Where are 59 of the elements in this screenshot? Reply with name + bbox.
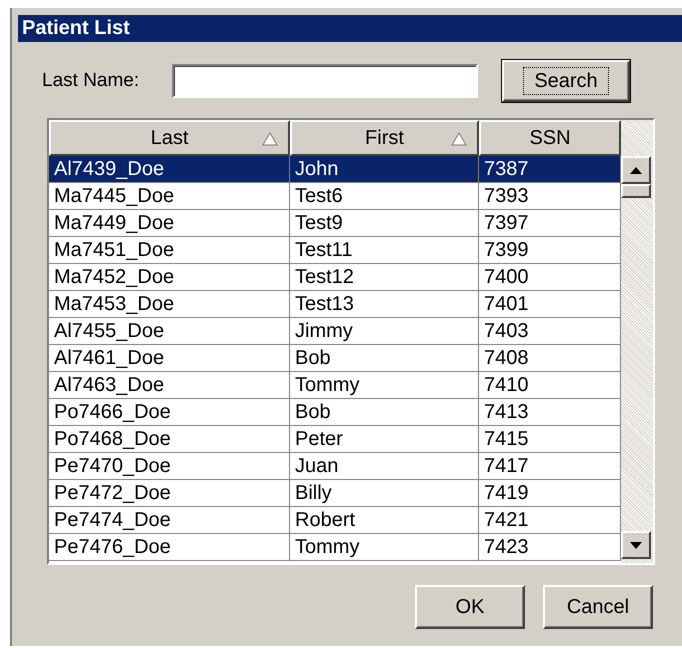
- table-cell[interactable]: Jimmy: [290, 318, 479, 345]
- column-header[interactable]: First: [290, 120, 479, 156]
- table-cell[interactable]: Pe7470_Doe: [49, 453, 290, 480]
- down-arrow-icon: [630, 542, 642, 548]
- table-cell[interactable]: Test9: [290, 210, 479, 237]
- table-cell[interactable]: Ma7445_Doe: [49, 183, 290, 210]
- table-row[interactable]: Pe7476_Doe Tommy 7423: [49, 534, 621, 561]
- window-title: Patient List: [18, 15, 682, 42]
- table-row[interactable]: Ma7452_Doe Test12 7400: [49, 264, 621, 291]
- table-cell[interactable]: Al7455_Doe: [49, 318, 290, 345]
- table-cell[interactable]: Al7463_Doe: [49, 372, 290, 399]
- column-header[interactable]: Last: [49, 120, 290, 156]
- table-cell[interactable]: Juan: [290, 453, 479, 480]
- table-row[interactable]: Al7455_Doe Jimmy 7403: [49, 318, 621, 345]
- table-row[interactable]: Po7466_Doe Bob 7413: [49, 399, 621, 426]
- table-cell[interactable]: Billy: [290, 480, 479, 507]
- search-button[interactable]: Search: [502, 60, 630, 102]
- table-row[interactable]: Pe7470_Doe Juan 7417: [49, 453, 621, 480]
- table-row[interactable]: Al7463_Doe Tommy 7410: [49, 372, 621, 399]
- table-cell[interactable]: John: [290, 156, 479, 183]
- table-cell[interactable]: Test11: [290, 237, 479, 264]
- table-cell[interactable]: Ma7451_Doe: [49, 237, 290, 264]
- dialog-button[interactable]: OK: [415, 585, 525, 629]
- table-cell[interactable]: Ma7453_Doe: [49, 291, 290, 318]
- table-cell[interactable]: Po7466_Doe: [49, 399, 290, 426]
- last-name-label: Last Name:: [42, 70, 140, 92]
- table-cell[interactable]: Test13: [290, 291, 479, 318]
- scroll-up-button[interactable]: [621, 156, 651, 184]
- table-row[interactable]: Ma7445_Doe Test6 7393: [49, 183, 621, 210]
- table-row[interactable]: Po7468_Doe Peter 7415: [49, 426, 621, 453]
- scrollbar-thumb[interactable]: [621, 184, 651, 198]
- table-cell[interactable]: Bob: [290, 399, 479, 426]
- table-row[interactable]: Ma7449_Doe Test9 7397: [49, 210, 621, 237]
- table-cell[interactable]: Robert: [290, 507, 479, 534]
- scroll-down-button[interactable]: [621, 531, 651, 559]
- table-row[interactable]: Ma7451_Doe Test11 7399: [49, 237, 621, 264]
- up-arrow-icon: [630, 166, 642, 174]
- table-cell[interactable]: Tommy: [290, 534, 479, 561]
- dialog-button[interactable]: Cancel: [543, 585, 653, 629]
- table-cell[interactable]: Al7439_Doe: [49, 156, 290, 183]
- table-row[interactable]: Ma7453_Doe Test13 7401: [49, 291, 621, 318]
- table-cell[interactable]: Bob: [290, 345, 479, 372]
- table-cell[interactable]: Ma7449_Doe: [49, 210, 290, 237]
- column-header[interactable]: SSN: [479, 120, 621, 156]
- table-cell[interactable]: Peter: [290, 426, 479, 453]
- table-cell[interactable]: Ma7452_Doe: [49, 264, 290, 291]
- table-cell[interactable]: Tommy: [290, 372, 479, 399]
- table-cell[interactable]: Test6: [290, 183, 479, 210]
- table-cell[interactable]: Pe7472_Doe: [49, 480, 290, 507]
- table-cell[interactable]: Po7468_Doe: [49, 426, 290, 453]
- table-row[interactable]: Al7439_Doe John 7387: [49, 156, 621, 183]
- table-cell[interactable]: Al7461_Doe: [49, 345, 290, 372]
- table-cell[interactable]: Test12: [290, 264, 479, 291]
- table-row[interactable]: Al7461_Doe Bob 7408: [49, 345, 621, 372]
- table-cell[interactable]: Pe7476_Doe: [49, 534, 290, 561]
- last-name-field[interactable]: [172, 64, 478, 98]
- table-cell[interactable]: Pe7474_Doe: [49, 507, 290, 534]
- table-row[interactable]: Pe7472_Doe Billy 7419: [49, 480, 621, 507]
- table-row[interactable]: Pe7474_Doe Robert 7421: [49, 507, 621, 534]
